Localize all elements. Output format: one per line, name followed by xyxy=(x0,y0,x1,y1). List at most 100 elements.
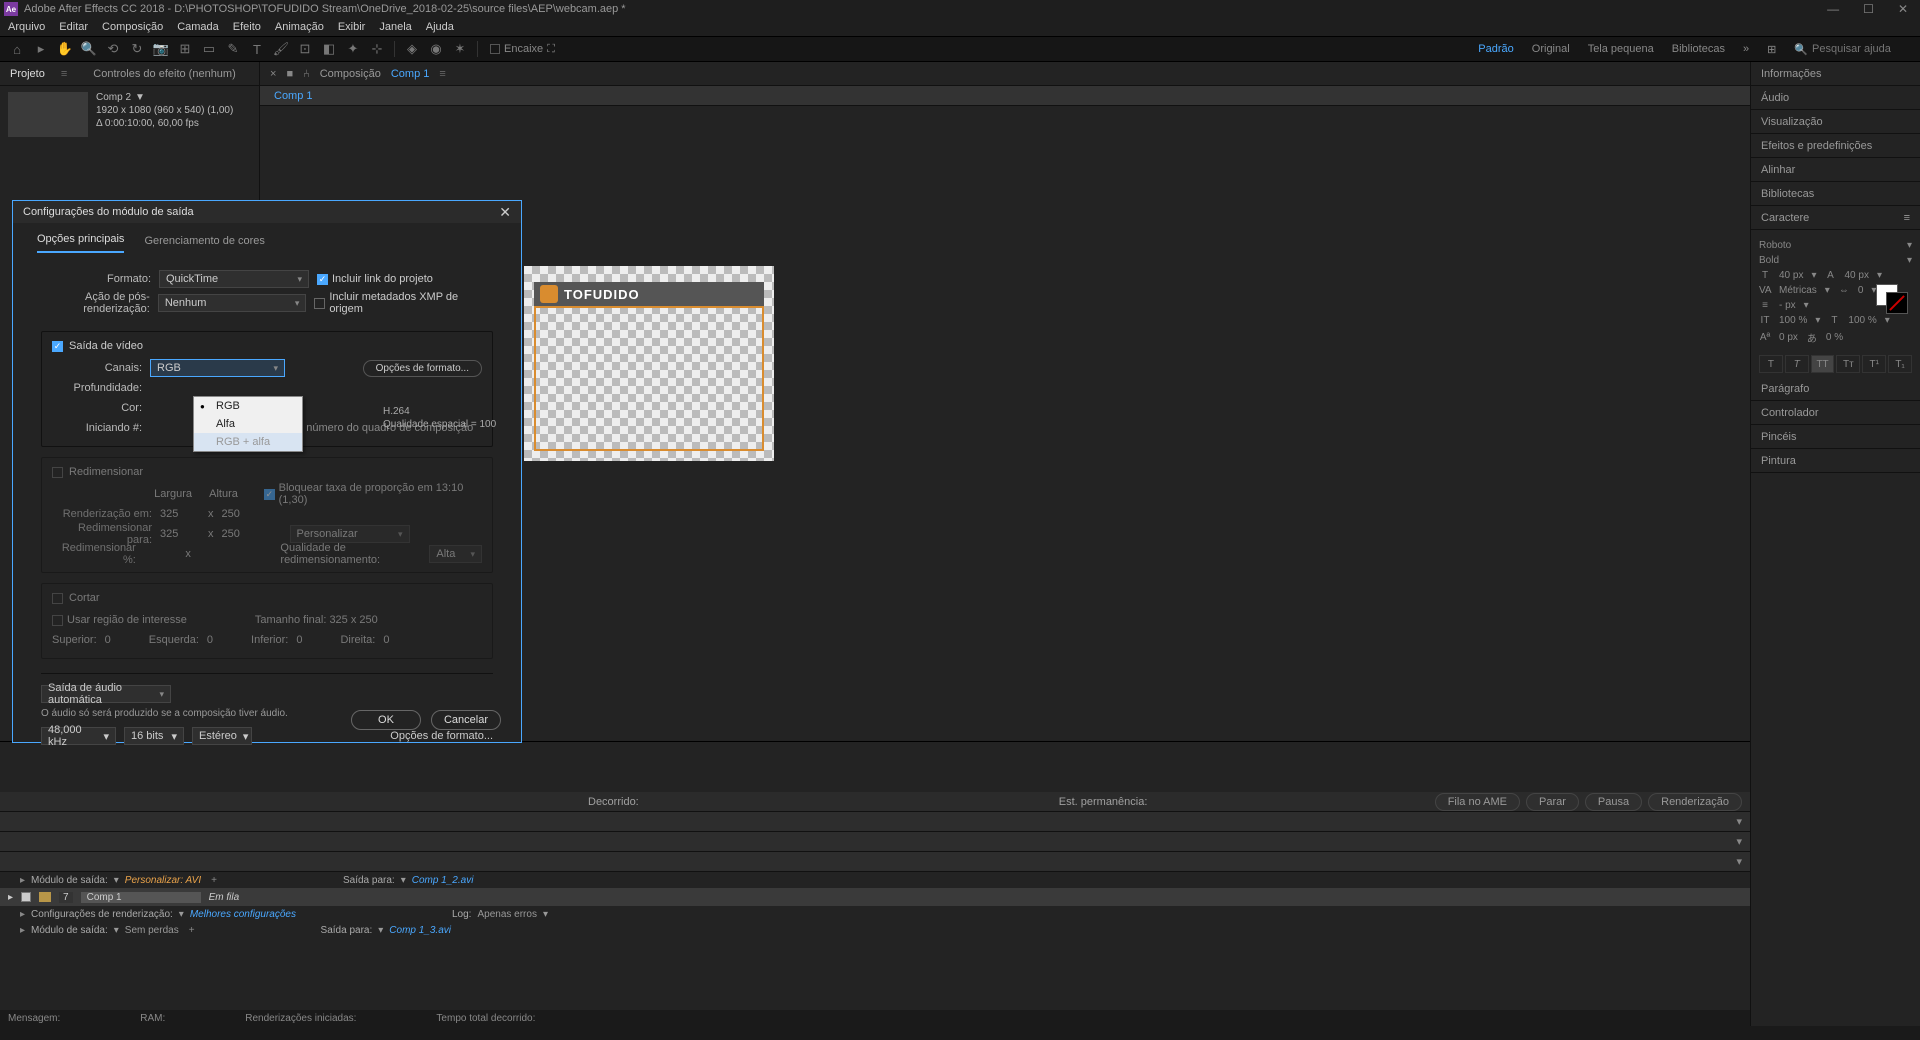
menu-composicao[interactable]: Composição xyxy=(102,21,163,33)
baseline[interactable]: 0 px xyxy=(1779,332,1798,343)
workspace-tela-pequena[interactable]: Tela pequena xyxy=(1588,43,1654,55)
comp-breadcrumb[interactable]: Comp 1 xyxy=(274,90,313,102)
font-size[interactable]: 40 px xyxy=(1779,270,1803,281)
minimize-button[interactable]: — xyxy=(1827,2,1839,16)
small-caps[interactable]: Tᴛ xyxy=(1836,355,1860,373)
color-swatch[interactable] xyxy=(1876,284,1910,310)
tab-projeto[interactable]: Projeto xyxy=(10,68,45,80)
panel-paragrafo[interactable]: Parágrafo xyxy=(1751,377,1920,401)
btn-opcoes-formato-audio[interactable]: Opções de formato... xyxy=(390,730,493,742)
panel-efeitos[interactable]: Efeitos e predefinições xyxy=(1751,134,1920,158)
tool-puppet[interactable]: ⊹ xyxy=(368,40,386,58)
rq-log-value[interactable]: Apenas erros xyxy=(477,909,536,920)
tool-eraser[interactable]: ◧ xyxy=(320,40,338,58)
help-search-input[interactable] xyxy=(1812,43,1912,55)
help-search[interactable]: 🔍 xyxy=(1794,43,1912,56)
workspace-original[interactable]: Original xyxy=(1532,43,1570,55)
dd-audio-auto[interactable]: Saída de áudio automática▾ xyxy=(41,685,171,703)
dd-audio-ch[interactable]: Estéreo▾ xyxy=(192,727,252,745)
tool-home[interactable]: ⌂ xyxy=(8,40,26,58)
rq-saida-link[interactable]: Comp 1_2.avi xyxy=(412,875,474,886)
font-weight[interactable]: Bold xyxy=(1759,255,1899,266)
opt-rgb-alfa[interactable]: RGB + alfa xyxy=(194,433,302,451)
panel-alinhar[interactable]: Alinhar xyxy=(1751,158,1920,182)
panel-pintura[interactable]: Pintura xyxy=(1751,449,1920,473)
tracking[interactable]: 0 xyxy=(1858,285,1864,296)
maximize-button[interactable]: ☐ xyxy=(1863,2,1874,16)
workspace-bibliotecas[interactable]: Bibliotecas xyxy=(1672,43,1725,55)
opt-alfa[interactable]: Alfa xyxy=(194,415,302,433)
panel-bibliotecas[interactable]: Bibliotecas xyxy=(1751,182,1920,206)
chk-saida-video[interactable]: ✓ xyxy=(52,341,63,352)
dd-acao[interactable]: Nenhum▾ xyxy=(158,294,307,312)
chk-link-projeto[interactable]: ✓Incluir link do projeto xyxy=(317,273,433,285)
menu-editar[interactable]: Editar xyxy=(59,21,88,33)
kerning[interactable]: Métricas xyxy=(1779,285,1817,296)
chk-xmp[interactable]: Incluir metadados XMP de origem xyxy=(314,291,493,315)
all-caps[interactable]: TT xyxy=(1811,355,1835,373)
rq-config-link[interactable]: Melhores configurações xyxy=(190,909,296,920)
menu-animacao[interactable]: Animação xyxy=(275,21,324,33)
btn-ok[interactable]: OK xyxy=(351,710,421,730)
tool-extra2[interactable]: ◉ xyxy=(427,40,445,58)
canvas[interactable]: TOFUDIDO xyxy=(524,266,774,461)
panel-pinceis[interactable]: Pincéis xyxy=(1751,425,1920,449)
tool-hand[interactable]: ✋ xyxy=(56,40,74,58)
tab-effect-controls[interactable]: Controles do efeito (nenhum) xyxy=(93,68,235,80)
tool-camera[interactable]: 📷 xyxy=(152,40,170,58)
workspace-settings-icon[interactable]: ⊞ xyxy=(1767,43,1776,56)
tool-shape[interactable]: ▭ xyxy=(200,40,218,58)
rq-collapse-3[interactable]: ▾ xyxy=(0,852,1750,872)
rq-enable-checkbox[interactable]: ✓ xyxy=(21,892,31,902)
tool-select[interactable]: ▸ xyxy=(32,40,50,58)
chk-redimensionar[interactable] xyxy=(52,467,63,478)
tsume[interactable]: 0 % xyxy=(1826,332,1843,343)
tab-gerenciamento-cores[interactable]: Gerenciamento de cores xyxy=(144,229,264,253)
h-scale[interactable]: 100 % xyxy=(1848,315,1876,326)
tool-pen[interactable]: ✎ xyxy=(224,40,242,58)
tool-brush[interactable]: 🖌 xyxy=(272,40,290,58)
font-family[interactable]: Roboto xyxy=(1759,240,1899,251)
opt-rgb[interactable]: RGB xyxy=(194,397,302,415)
tool-orbit[interactable]: ⟲ xyxy=(104,40,122,58)
tool-zoom[interactable]: 🔍 xyxy=(80,40,98,58)
subscript[interactable]: T₁ xyxy=(1888,355,1912,373)
dd-formato[interactable]: QuickTime▾ xyxy=(159,270,309,288)
rq-module-link[interactable]: Personalizar: AVI xyxy=(125,875,201,886)
rq-collapse-2[interactable]: ▾ xyxy=(0,832,1750,852)
panel-informacoes[interactable]: Informações xyxy=(1751,62,1920,86)
tool-text[interactable]: T xyxy=(248,40,266,58)
panel-controlador[interactable]: Controlador xyxy=(1751,401,1920,425)
superscript[interactable]: T¹ xyxy=(1862,355,1886,373)
rq-saida-link2[interactable]: Comp 1_3.avi xyxy=(389,925,451,936)
tool-roto[interactable]: ✦ xyxy=(344,40,362,58)
dd-audio-bits[interactable]: 16 bits▾ xyxy=(124,727,184,745)
rq-add-module2[interactable]: + xyxy=(189,925,195,936)
tool-extra1[interactable]: ◈ xyxy=(403,40,421,58)
dialog-close-button[interactable]: ✕ xyxy=(499,204,511,221)
panel-audio[interactable]: Áudio xyxy=(1751,86,1920,110)
lock-icon[interactable]: × xyxy=(270,68,276,80)
btn-opcoes-formato[interactable]: Opções de formato... xyxy=(363,360,482,377)
snap-toggle[interactable]: Encaixe ⛶ xyxy=(490,43,555,56)
menu-janela[interactable]: Janela xyxy=(379,21,411,33)
btn-cancelar[interactable]: Cancelar xyxy=(431,710,501,730)
snap-checkbox[interactable] xyxy=(490,44,500,54)
panel-caractere[interactable]: Caractere≡ xyxy=(1751,206,1920,230)
rq-add-module[interactable]: + xyxy=(211,875,217,886)
panel-visualizacao[interactable]: Visualização xyxy=(1751,110,1920,134)
leading[interactable]: 40 px xyxy=(1845,270,1869,281)
rq-item-row[interactable]: ▸ ✓ 7 Comp 1 Em fila xyxy=(0,888,1750,906)
btn-renderizacao[interactable]: Renderização xyxy=(1648,793,1742,811)
workspace-padrao[interactable]: Padrão xyxy=(1478,43,1513,55)
workspace-more[interactable]: » xyxy=(1743,43,1749,55)
rq-module-value[interactable]: Sem perdas xyxy=(125,925,179,936)
tool-pan[interactable]: ⊞ xyxy=(176,40,194,58)
menu-efeito[interactable]: Efeito xyxy=(233,21,261,33)
stroke-width[interactable]: - px xyxy=(1779,300,1796,311)
btn-parar[interactable]: Parar xyxy=(1526,793,1579,811)
rq-collapse-1[interactable]: ▾ xyxy=(0,812,1750,832)
dd-canais[interactable]: RGB▾ xyxy=(150,359,285,377)
btn-fila-ame[interactable]: Fila no AME xyxy=(1435,793,1520,811)
chk-cortar[interactable] xyxy=(52,593,63,604)
